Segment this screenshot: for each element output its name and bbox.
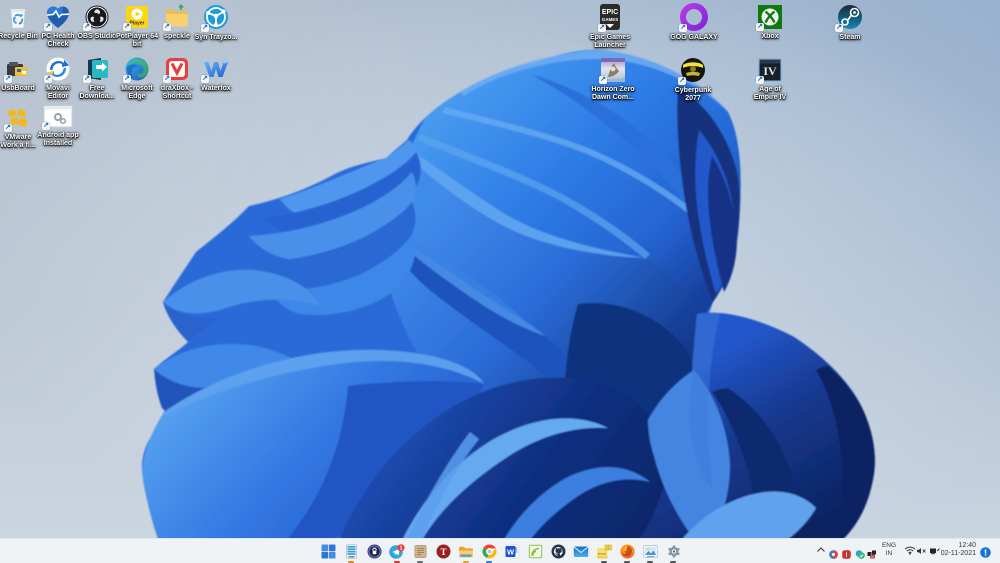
svg-text:GAMES: GAMES <box>602 17 619 22</box>
svg-text:IV: IV <box>763 64 777 78</box>
svg-text:W: W <box>507 548 515 557</box>
svg-text:fmm: fmm <box>598 551 606 556</box>
svg-text:!: ! <box>845 552 847 559</box>
svg-text:1: 1 <box>400 545 403 551</box>
svg-text:T: T <box>440 547 446 557</box>
svg-text:EPIC: EPIC <box>602 9 618 16</box>
